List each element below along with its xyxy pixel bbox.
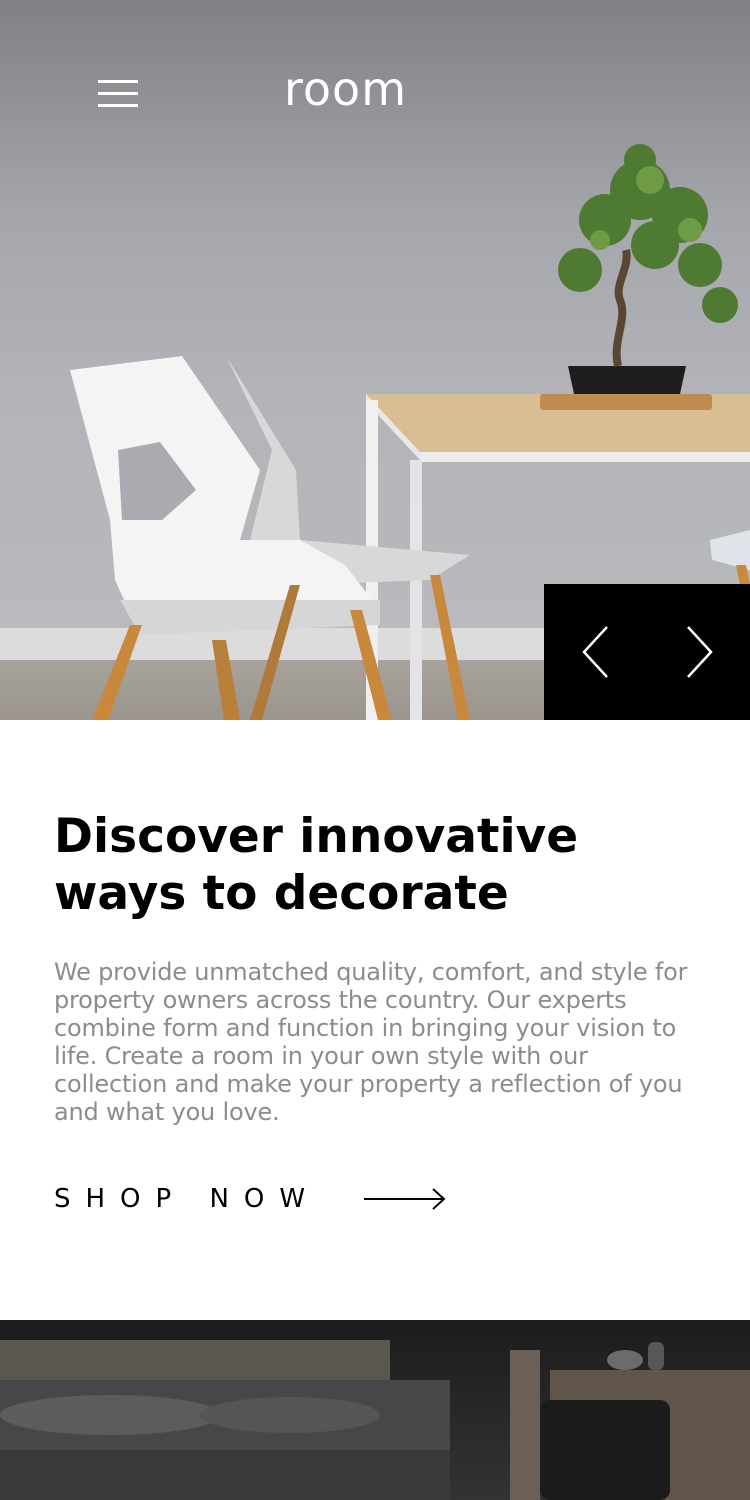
headline-line-1: Discover innovative: [54, 809, 579, 864]
chevron-left-icon: [581, 626, 608, 678]
chevron-right-icon: [686, 626, 713, 678]
previous-slide-button[interactable]: [566, 622, 626, 682]
menu-button[interactable]: [98, 80, 138, 108]
content-section: Discover innovative ways to decorate We …: [54, 808, 714, 1126]
hero-section: room: [0, 0, 750, 720]
logo[interactable]: room: [284, 62, 407, 116]
secondary-hero-image: [0, 1320, 750, 1500]
hamburger-menu-icon-line: [98, 92, 138, 95]
slider-controls: [544, 584, 750, 720]
shop-now-label: SHOP NOW: [54, 1184, 321, 1214]
bedroom-image: [0, 1340, 750, 1500]
arrow-right-icon: [364, 1188, 446, 1210]
hamburger-menu-icon: [98, 80, 138, 83]
hamburger-menu-icon-line: [98, 104, 138, 107]
page-headline: Discover innovative ways to decorate: [54, 808, 714, 922]
description-text: We provide unmatched quality, comfort, a…: [54, 958, 688, 1126]
next-slide-button[interactable]: [669, 622, 729, 682]
shop-now-link[interactable]: SHOP NOW: [54, 1184, 446, 1214]
headline-line-2: ways to decorate: [54, 866, 509, 921]
